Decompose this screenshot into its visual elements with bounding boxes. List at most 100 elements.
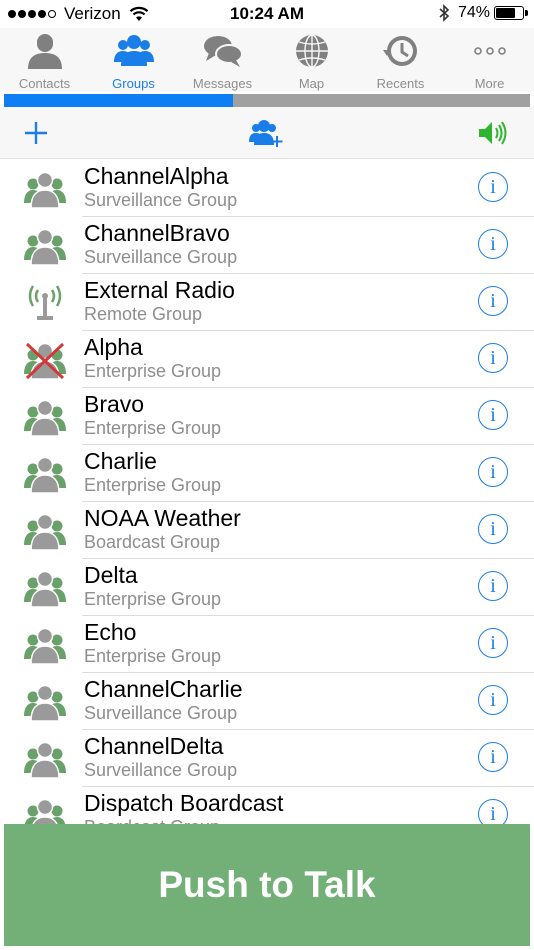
radio-icon	[24, 283, 66, 323]
info-button[interactable]: i	[478, 286, 508, 316]
tab-bar: Contacts Groups Messages Map Recents Mor…	[0, 28, 534, 92]
tab-label: Recents	[376, 76, 425, 91]
info-button[interactable]: i	[478, 571, 508, 601]
toolbar	[0, 107, 534, 159]
globe-icon	[295, 34, 328, 68]
group-name: Bravo	[84, 391, 145, 417]
progress-bar	[4, 94, 530, 107]
speaker-icon	[479, 121, 507, 145]
group-type: Enterprise Group	[84, 418, 222, 438]
info-icon: i	[490, 689, 496, 711]
info-button[interactable]: i	[478, 742, 508, 772]
info-icon: i	[490, 518, 496, 540]
group-row[interactable]: ChannelCharlie Surveillance Group i	[0, 673, 534, 730]
tab-label: More	[474, 76, 505, 91]
group-row[interactable]: NOAA Weather Boardcast Group i	[0, 502, 534, 559]
group-name: ChannelDelta	[84, 733, 224, 759]
info-button[interactable]: i	[478, 343, 508, 373]
group-type: Remote Group	[84, 304, 203, 324]
group-row[interactable]: Alpha Enterprise Group i	[0, 331, 534, 388]
group-type: Boardcast Group	[84, 817, 220, 824]
info-icon: i	[490, 176, 496, 198]
tab-messages[interactable]: Messages	[178, 28, 267, 92]
group-icon	[24, 397, 66, 437]
info-button[interactable]: i	[478, 229, 508, 259]
person-icon	[27, 34, 62, 69]
group-row[interactable]: Charlie Enterprise Group i	[0, 445, 534, 502]
info-icon: i	[490, 347, 496, 369]
clock-icon	[382, 36, 417, 66]
info-icon: i	[490, 461, 496, 483]
group-name: ChannelAlpha	[84, 163, 229, 189]
info-button[interactable]: i	[478, 685, 508, 715]
group-row[interactable]: Dispatch Boardcast Boardcast Group i	[0, 787, 534, 824]
group-name: ChannelCharlie	[84, 676, 243, 702]
group-row[interactable]: ChannelBravo Surveillance Group i	[0, 217, 534, 274]
group-row[interactable]: Delta Enterprise Group i	[0, 559, 534, 616]
group-icon	[24, 568, 66, 608]
status-right: 74%	[438, 4, 528, 22]
group-type: Surveillance Group	[84, 760, 238, 780]
group-name: ChannelBravo	[84, 220, 230, 246]
tab-contacts[interactable]: Contacts	[0, 28, 89, 92]
group-icon	[24, 739, 66, 779]
battery-icon	[494, 6, 528, 20]
tab-map[interactable]: Map	[267, 28, 356, 92]
info-button[interactable]: i	[478, 172, 508, 202]
push-to-talk-label: Push to Talk	[158, 864, 376, 905]
group-row[interactable]: ChannelAlpha Surveillance Group i	[0, 160, 534, 217]
group-type: Enterprise Group	[84, 361, 222, 381]
push-to-talk-button[interactable]: Push to Talk	[4, 824, 530, 946]
group-type: Enterprise Group	[84, 475, 222, 495]
info-icon: i	[490, 632, 496, 654]
group-name: Alpha	[84, 334, 143, 360]
group-row[interactable]: Echo Enterprise Group i	[0, 616, 534, 673]
group-icon	[24, 796, 66, 824]
info-button[interactable]: i	[478, 457, 508, 487]
group-icon	[24, 226, 66, 266]
tab-label: Contacts	[18, 76, 71, 91]
info-icon: i	[490, 746, 496, 768]
info-button[interactable]: i	[478, 799, 508, 824]
group-type: Boardcast Group	[84, 532, 221, 552]
group-list: ChannelAlpha Surveillance Group i Channe…	[0, 160, 534, 824]
messages-icon	[203, 36, 243, 67]
info-button[interactable]: i	[478, 400, 508, 430]
group-icon	[24, 511, 66, 551]
tab-label: Map	[298, 76, 325, 91]
status-bar: Verizon 10:24 AM 74%	[0, 0, 534, 28]
info-icon: i	[490, 575, 496, 597]
group-type: Surveillance Group	[84, 190, 238, 210]
group-name: External Radio	[84, 277, 235, 303]
info-icon: i	[490, 404, 496, 426]
group-disabled-icon	[24, 340, 66, 380]
group-icon	[24, 625, 66, 665]
group-type: Enterprise Group	[84, 646, 222, 666]
group-row[interactable]: ChannelDelta Surveillance Group i	[0, 730, 534, 787]
add-group-icon	[249, 120, 283, 147]
tab-label: Messages	[192, 76, 253, 91]
plus-icon	[25, 122, 47, 144]
info-icon: i	[490, 803, 496, 824]
group-name: Echo	[84, 619, 137, 645]
group-type: Surveillance Group	[84, 247, 238, 267]
group-icon	[24, 454, 66, 494]
add-group-button[interactable]	[248, 115, 284, 151]
group-icon	[113, 35, 154, 66]
group-icon	[24, 682, 66, 722]
group-name: Delta	[84, 562, 138, 588]
info-button[interactable]: i	[478, 628, 508, 658]
group-icon	[24, 169, 66, 209]
add-button[interactable]	[18, 115, 54, 151]
group-row[interactable]: External Radio Remote Group i	[0, 274, 534, 331]
tab-recents[interactable]: Recents	[356, 28, 445, 92]
speaker-button[interactable]	[474, 115, 510, 151]
tab-groups[interactable]: Groups	[89, 28, 178, 92]
ellipsis-icon	[473, 47, 506, 55]
group-name: Charlie	[84, 448, 157, 474]
info-button[interactable]: i	[478, 514, 508, 544]
group-name: NOAA Weather	[84, 505, 241, 531]
tab-more[interactable]: More	[445, 28, 534, 92]
group-type: Enterprise Group	[84, 589, 222, 609]
group-row[interactable]: Bravo Enterprise Group i	[0, 388, 534, 445]
